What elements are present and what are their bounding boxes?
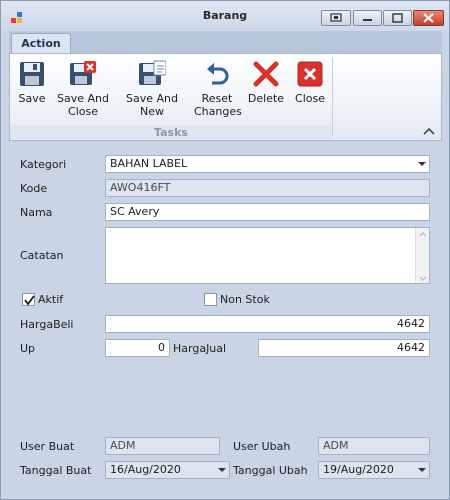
- nama-label: Nama: [20, 206, 53, 219]
- maximize-icon: [392, 13, 403, 23]
- reset-changes-button[interactable]: Reset Changes: [194, 58, 242, 118]
- barang-window: Barang Action Save Save And Close Save A…: [0, 0, 450, 500]
- kode-label: Kode: [20, 182, 48, 195]
- minimize-button[interactable]: [353, 10, 382, 26]
- up-field[interactable]: 0: [105, 339, 170, 357]
- tanggal-ubah-value: 19/Aug/2020: [323, 463, 394, 476]
- tanggal-buat-label: Tanggal Buat: [20, 464, 92, 477]
- red-x-icon: [252, 58, 280, 90]
- kategori-dropdown[interactable]: BAHAN LABEL: [105, 155, 430, 173]
- save-and-close-button[interactable]: Save And Close: [56, 58, 110, 118]
- tab-action[interactable]: Action: [11, 33, 71, 54]
- nama-field[interactable]: SC Avery: [105, 203, 430, 221]
- kode-field[interactable]: AWO416FT: [105, 179, 430, 197]
- form-area: Kategori BAHAN LABEL Kode AWO416FT Nama …: [9, 141, 442, 493]
- catatan-label: Catatan: [20, 249, 64, 262]
- red-square-x-icon: [296, 58, 324, 90]
- tanggal-ubah-datepicker[interactable]: 19/Aug/2020: [318, 461, 430, 479]
- window-close-button[interactable]: [413, 10, 444, 26]
- chevron-down-icon[interactable]: [418, 468, 426, 472]
- delete-button[interactable]: Delete: [244, 58, 288, 105]
- ribbon-group-label: Tasks: [10, 125, 332, 140]
- collapse-ribbon-icon[interactable]: [423, 126, 435, 136]
- close-button[interactable]: Close: [290, 58, 330, 105]
- harga-jual-label: HargaJual: [173, 342, 227, 355]
- harga-beli-field[interactable]: 4642: [105, 315, 430, 333]
- up-label: Up: [20, 342, 36, 355]
- title-bar[interactable]: Barang: [1, 1, 449, 31]
- floppy-disk-new-icon: [138, 58, 166, 90]
- save-button[interactable]: Save: [12, 58, 52, 105]
- ribbon-panel: Save Save And Close Save And New Reset C…: [9, 53, 442, 141]
- close-label: Close: [295, 92, 325, 105]
- close-icon: [423, 13, 434, 23]
- save-and-new-button[interactable]: Save And New: [114, 58, 190, 118]
- maximize-button[interactable]: [383, 10, 412, 26]
- non-stok-checkbox[interactable]: [204, 293, 217, 306]
- delete-label: Delete: [247, 92, 285, 105]
- checkmark-icon: [24, 295, 35, 306]
- kategori-label: Kategori: [20, 158, 67, 171]
- harga-jual-field[interactable]: 4642: [258, 339, 430, 357]
- screenshot-icon: [330, 13, 342, 22]
- aktif-label: Aktif: [38, 293, 64, 306]
- tanggal-buat-datepicker[interactable]: 16/Aug/2020: [105, 461, 230, 479]
- save-and-close-label: Save And Close: [57, 92, 109, 118]
- kategori-value: BAHAN LABEL: [110, 157, 188, 170]
- non-stok-label: Non Stok: [220, 293, 270, 306]
- user-buat-label: User Buat: [20, 440, 75, 453]
- user-buat-field[interactable]: ADM: [105, 437, 220, 455]
- harga-beli-label: HargaBeli: [20, 318, 74, 331]
- ribbon-tabstrip: Action: [9, 31, 442, 54]
- floppy-disk-close-icon: [69, 58, 97, 90]
- user-ubah-field[interactable]: ADM: [318, 437, 430, 455]
- chevron-down-icon[interactable]: [418, 162, 426, 166]
- minimize-icon: [363, 19, 372, 21]
- catatan-textarea[interactable]: [105, 227, 430, 284]
- tanggal-ubah-label: Tanggal Ubah: [233, 464, 308, 477]
- user-ubah-label: User Ubah: [233, 440, 291, 453]
- ribbon-group-separator: [332, 58, 333, 136]
- save-label: Save: [18, 92, 46, 105]
- vertical-scrollbar[interactable]: [415, 228, 429, 283]
- chevron-down-icon[interactable]: [218, 468, 226, 472]
- tanggal-buat-value: 16/Aug/2020: [110, 463, 181, 476]
- save-and-new-label: Save And New: [126, 92, 178, 118]
- screenshot-button[interactable]: [321, 10, 351, 26]
- undo-arrow-icon: [203, 58, 231, 90]
- floppy-disk-icon: [18, 58, 46, 90]
- reset-changes-label: Reset Changes: [194, 92, 242, 118]
- aktif-checkbox[interactable]: [22, 293, 35, 306]
